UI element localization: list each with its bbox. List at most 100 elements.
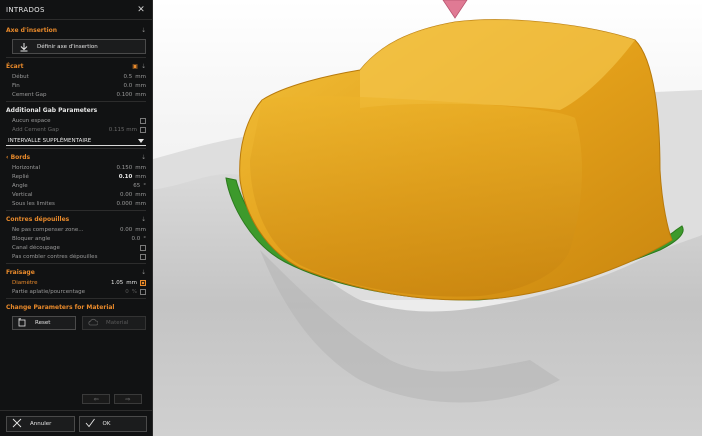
unit: mm xyxy=(135,173,146,180)
pin-icon[interactable]: ▣ xyxy=(132,63,138,70)
section-milling-title: Fraisage xyxy=(6,268,35,276)
no-space-checkbox[interactable] xyxy=(140,117,146,124)
collapse-icon[interactable]: ⇣ xyxy=(141,27,146,34)
vertical-value[interactable]: 0.00 xyxy=(120,192,132,198)
add-cement-gap-checkbox[interactable] xyxy=(140,126,146,133)
unit: mm xyxy=(126,279,137,286)
redo-icon[interactable]: ⇨ xyxy=(114,394,142,404)
diameter-row[interactable]: Diamètre 1.05 mm xyxy=(0,278,152,287)
horizontal-label: Horizontal xyxy=(12,164,41,171)
reset-button[interactable]: Reset xyxy=(12,316,76,330)
ok-button[interactable]: OK xyxy=(78,415,147,432)
define-axis-label: Définir axe d'insertion xyxy=(37,43,98,50)
cement-gap-row[interactable]: Cement Gap 0.100 mm xyxy=(0,90,152,99)
collapse-icon[interactable]: ⇣ xyxy=(141,63,146,70)
cancel-button[interactable]: Annuler xyxy=(6,415,75,432)
unit: mm xyxy=(135,82,146,89)
chevron-down-icon xyxy=(138,138,144,143)
cancel-icon xyxy=(12,418,22,430)
unit: mm xyxy=(135,91,146,98)
below-limits-value[interactable]: 0.000 xyxy=(117,201,133,207)
cut-channel-label: Canal découpage xyxy=(12,244,60,251)
section-edges-header[interactable]: ‹ Bords ⇣ xyxy=(0,151,152,163)
vertical-row[interactable]: Vertical 0.00 mm xyxy=(0,190,152,199)
no-space-row[interactable]: Aucun espace xyxy=(0,116,152,125)
flat-part-value[interactable]: 0 xyxy=(125,289,129,295)
extra-interval-label: INTERVALLE SUPPLÉMENTAIRE xyxy=(8,137,92,144)
folded-row[interactable]: Replié 0.10 mm xyxy=(0,172,152,181)
undo-icon[interactable]: ⇦ xyxy=(82,394,110,404)
horizontal-value[interactable]: 0.150 xyxy=(117,165,133,171)
section-axis-header[interactable]: Axe d'insertion ⇣ xyxy=(0,24,152,36)
gap-start-row[interactable]: Début 0.5 mm xyxy=(0,72,152,81)
add-cement-gap-row[interactable]: Add Cement Gap 0.115 mm xyxy=(0,125,152,134)
angle-row[interactable]: Angle 65 ° xyxy=(0,181,152,190)
reset-icon xyxy=(18,317,27,329)
diameter-value[interactable]: 1.05 xyxy=(111,280,123,286)
section-undercuts-title: Contres dépouilles xyxy=(6,215,70,223)
section-edges-title: Bords xyxy=(10,153,31,161)
material-button[interactable]: Material xyxy=(82,316,146,330)
horizontal-row[interactable]: Horizontal 0.150 mm xyxy=(0,163,152,172)
cancel-label: Annuler xyxy=(30,420,52,427)
unit: mm xyxy=(135,200,146,207)
unit: mm xyxy=(135,191,146,198)
close-icon[interactable]: ✕ xyxy=(136,5,146,15)
unit: ° xyxy=(143,235,146,242)
below-limits-label: Sous les limites xyxy=(12,200,55,207)
lock-angle-label: Bloquer angle xyxy=(12,235,51,242)
lock-angle-value[interactable]: 0.0 xyxy=(132,236,141,242)
unit: % xyxy=(131,288,137,295)
section-axis-title: Axe d'insertion xyxy=(6,26,58,34)
no-fill-undercuts-row[interactable]: Pas combler contres dépouilles xyxy=(0,252,152,261)
diameter-label: Diamètre xyxy=(12,279,38,286)
no-fill-undercuts-checkbox[interactable] xyxy=(140,253,146,260)
add-cement-gap-value: 0.115 mm xyxy=(108,126,137,133)
flat-part-row[interactable]: Partie aplatie/pourcentage 0% xyxy=(0,287,152,296)
diameter-checkbox[interactable] xyxy=(140,279,146,286)
add-cement-gap-label: Add Cement Gap xyxy=(12,126,59,133)
material-label: Material xyxy=(106,320,129,326)
cement-gap-value[interactable]: 0.100 xyxy=(117,92,133,98)
section-undercuts-header[interactable]: Contres dépouilles ⇣ xyxy=(0,213,152,225)
ok-label: OK xyxy=(102,420,111,427)
folded-value[interactable]: 0.10 xyxy=(119,174,133,180)
no-space-label: Aucun espace xyxy=(12,117,51,124)
gap-start-label: Début xyxy=(12,73,29,80)
section-milling-header[interactable]: Fraisage ⇣ xyxy=(0,266,152,278)
gap-end-row[interactable]: Fin 0.0 mm xyxy=(0,81,152,90)
flat-part-checkbox[interactable] xyxy=(140,288,146,295)
lock-angle-row[interactable]: Bloquer angle 0.0 ° xyxy=(0,234,152,243)
collapse-icon[interactable]: ⇣ xyxy=(141,154,146,161)
arrow-down-icon xyxy=(19,42,29,52)
insertion-axis-marker xyxy=(442,0,468,19)
vertical-label: Vertical xyxy=(12,191,33,198)
gap-start-value[interactable]: 0.5 xyxy=(124,74,133,80)
no-compensate-value[interactable]: 0.00 xyxy=(120,227,132,233)
flat-part-label: Partie aplatie/pourcentage xyxy=(12,288,85,295)
angle-value[interactable]: 65 xyxy=(133,183,140,189)
unit: mm xyxy=(135,164,146,171)
no-compensate-row[interactable]: Ne pas compenser zone... 0.00 mm xyxy=(0,225,152,234)
check-icon xyxy=(85,418,95,430)
collapse-icon[interactable]: ⇣ xyxy=(141,269,146,276)
section-gap-title: Écart xyxy=(6,62,24,70)
unit: ° xyxy=(143,182,146,189)
collapse-icon[interactable]: ⇣ xyxy=(141,216,146,223)
panel-title: INTRADOS xyxy=(6,5,45,14)
extra-interval-toggle[interactable]: INTERVALLE SUPPLÉMENTAIRE xyxy=(6,136,146,146)
section-gap-header[interactable]: Écart ▣ ⇣ xyxy=(0,60,152,72)
panel-footer: Annuler OK xyxy=(0,410,153,436)
gap-end-value[interactable]: 0.0 xyxy=(124,83,133,89)
section-additional-header: Additional Gab Parameters xyxy=(0,104,152,116)
panel-titlebar: INTRADOS ✕ xyxy=(0,0,152,20)
intrados-panel: INTRADOS ✕ Axe d'insertion ⇣ Définir axe… xyxy=(0,0,153,436)
gap-end-label: Fin xyxy=(12,82,20,89)
reset-label: Reset xyxy=(35,320,51,326)
cut-channel-checkbox[interactable] xyxy=(140,244,146,251)
define-axis-button[interactable]: Définir axe d'insertion xyxy=(12,39,146,54)
below-limits-row[interactable]: Sous les limites 0.000 mm xyxy=(0,199,152,208)
section-material-header: Change Parameters for Material xyxy=(0,301,152,313)
cut-channel-row[interactable]: Canal découpage xyxy=(0,243,152,252)
cloud-icon xyxy=(88,318,99,328)
